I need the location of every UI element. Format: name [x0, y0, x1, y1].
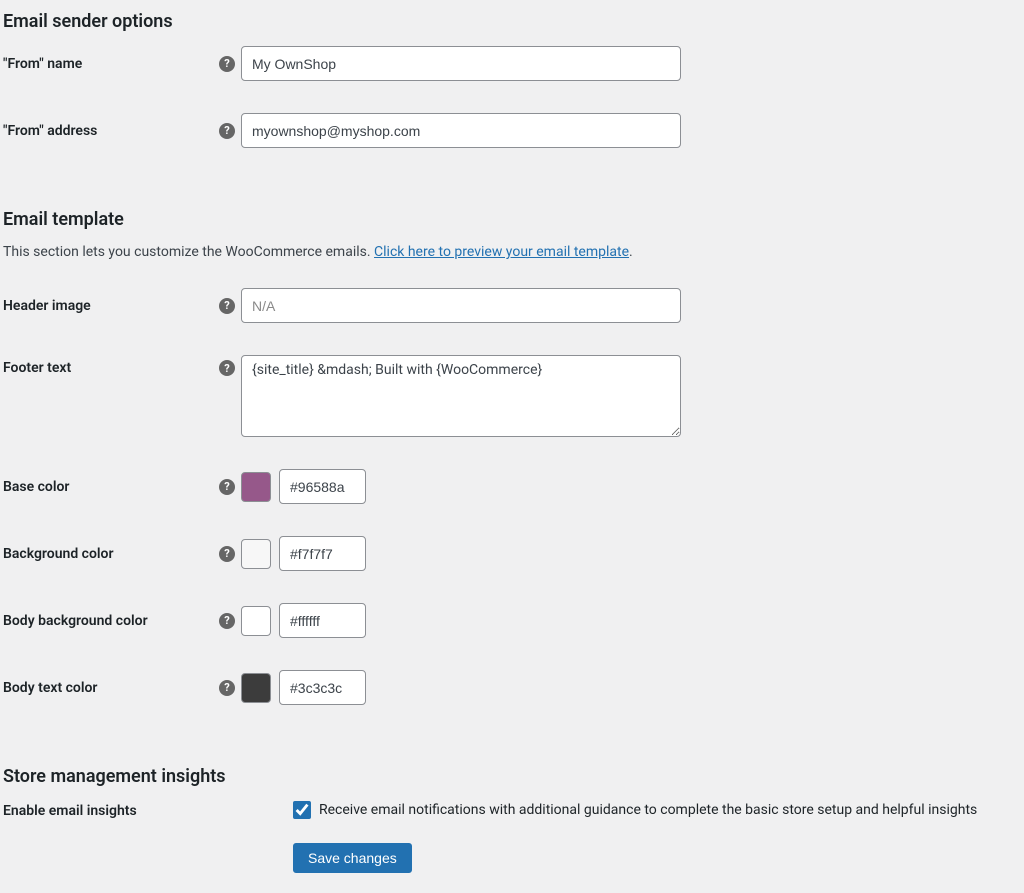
body-bg-swatch[interactable] [241, 606, 271, 636]
body-bg-input[interactable] [279, 603, 366, 638]
help-icon[interactable]: ? [219, 123, 235, 139]
preview-template-link[interactable]: Click here to preview your email templat… [374, 244, 629, 260]
base-color-swatch[interactable] [241, 472, 271, 502]
help-icon[interactable]: ? [219, 360, 235, 376]
from-address-input[interactable] [241, 113, 681, 148]
bg-color-input[interactable] [279, 536, 366, 571]
template-description: This section lets you customize the WooC… [3, 244, 1016, 260]
bg-color-swatch[interactable] [241, 539, 271, 569]
enable-insights-label: Enable email insights [3, 803, 137, 819]
from-name-label: "From" name [3, 56, 213, 72]
bg-color-label: Background color [3, 546, 213, 562]
section-heading-template: Email template [3, 209, 1016, 230]
help-icon[interactable]: ? [219, 613, 235, 629]
body-text-color-swatch[interactable] [241, 673, 271, 703]
body-bg-label: Body background color [3, 613, 213, 629]
base-color-input[interactable] [279, 469, 366, 504]
section-heading-sender: Email sender options [3, 11, 1016, 32]
help-icon[interactable]: ? [219, 56, 235, 72]
help-icon[interactable]: ? [219, 298, 235, 314]
save-changes-button[interactable]: Save changes [293, 843, 412, 873]
help-icon[interactable]: ? [219, 680, 235, 696]
help-icon[interactable]: ? [219, 546, 235, 562]
footer-text-label: Footer text [3, 360, 213, 376]
from-address-label: "From" address [3, 123, 213, 139]
header-image-label: Header image [3, 298, 213, 314]
body-text-color-label: Body text color [3, 680, 213, 696]
footer-text-textarea[interactable]: {site_title} &mdash; Built with {WooComm… [241, 355, 681, 437]
body-text-color-input[interactable] [279, 670, 366, 705]
section-heading-insights: Store management insights [3, 766, 1016, 787]
base-color-label: Base color [3, 479, 213, 495]
enable-insights-checkbox[interactable] [293, 801, 311, 819]
header-image-input[interactable] [241, 288, 681, 323]
enable-insights-description: Receive email notifications with additio… [319, 802, 977, 818]
from-name-input[interactable] [241, 46, 681, 81]
help-icon[interactable]: ? [219, 479, 235, 495]
